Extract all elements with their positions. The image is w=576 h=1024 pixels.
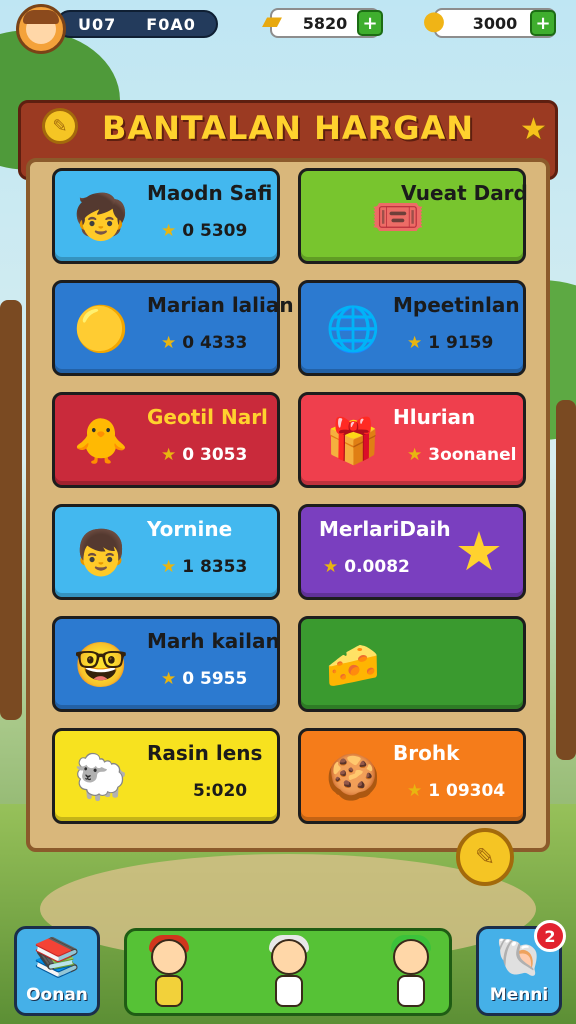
- cookie-creature-icon: 🍪: [325, 752, 381, 803]
- star-face-icon: ★: [454, 519, 504, 583]
- star-icon: ★: [407, 781, 423, 801]
- oonan-label: Oonan: [26, 985, 88, 1005]
- star-icon: ★: [161, 333, 177, 353]
- reward-card[interactable]: 🟡 Marian lalian ★ 0 4333: [52, 280, 294, 376]
- coin-icon: ●: [422, 6, 446, 36]
- card-amount: ★ 0 3053: [161, 445, 248, 465]
- star-icon: ★: [520, 112, 547, 147]
- gift-box-icon: 🎁: [325, 416, 381, 467]
- avatar-face-icon: [23, 10, 59, 44]
- globe-ticket-icon: 🌐: [325, 304, 381, 355]
- star-icon: ★: [161, 669, 177, 689]
- player-avatar[interactable]: [16, 4, 66, 54]
- books-icon: 📚: [33, 935, 81, 979]
- card-name: Marh kailan: [147, 629, 280, 653]
- page-title: BANTALAN HARGAN: [101, 109, 475, 147]
- star-icon: ★: [161, 221, 177, 241]
- card-name: Hlurian: [393, 405, 476, 429]
- white-cap-kid-icon[interactable]: [263, 935, 315, 1011]
- reward-card[interactable]: 🌐 Mpeetinlan ★ 1 9159: [298, 280, 526, 376]
- card-name: Maodn Safi: [147, 181, 273, 205]
- card-amount: 5:020: [193, 781, 248, 801]
- card-name: Yornine: [147, 517, 233, 541]
- reward-card[interactable]: 🐑 Rasin lens 5:020: [52, 728, 280, 824]
- card-name: Geotil Narl: [147, 405, 268, 429]
- card-amount: ★ 1 8353: [161, 557, 248, 577]
- character-selector[interactable]: [124, 928, 452, 1016]
- star-icon: ★: [161, 445, 177, 465]
- reward-card[interactable]: 🍪 Brohk ★ 1 09304: [298, 728, 526, 824]
- player-name: U07: [78, 14, 117, 34]
- add-gold-button[interactable]: +: [357, 10, 383, 36]
- boy-face-icon: 🧒: [73, 192, 129, 243]
- card-amount: ★ 0 4333: [161, 333, 248, 353]
- star-icon: ★: [161, 557, 177, 577]
- green-hair-kid-icon[interactable]: [385, 935, 437, 1011]
- oonan-button[interactable]: 📚 Oonan: [14, 926, 100, 1016]
- reward-card[interactable]: 🤓 Marh kailan ★ 0 5955: [52, 616, 280, 712]
- player-info-bar[interactable]: U07 F0A0: [56, 10, 218, 38]
- sheep-icon: 🐑: [73, 752, 129, 803]
- coin-value: 3000: [472, 13, 518, 33]
- star-icon: ★: [407, 333, 423, 353]
- player-id: F0A0: [146, 14, 196, 34]
- gold-bar-icon: ▰: [262, 6, 282, 36]
- reward-card[interactable]: 🎟️ Vueat Dard: [298, 168, 528, 264]
- card-name: Brohk: [393, 741, 460, 765]
- card-name: Marian lalian: [147, 293, 294, 317]
- reward-board: 🧒 Maodn Safi ★ 0 5309 🎟️ Vueat Dard 🟡 Mar…: [26, 158, 550, 852]
- card-amount: ★ 1 9159: [407, 333, 494, 353]
- card-name: MerlariDaih: [319, 517, 451, 541]
- card-amount: ★ 0 5955: [161, 669, 248, 689]
- card-amount: ★ 0 5309: [161, 221, 248, 241]
- star-icon: ★: [323, 557, 339, 577]
- add-coin-button[interactable]: +: [530, 10, 556, 36]
- tree-trunk: [556, 400, 576, 760]
- coin-icon: ✎: [42, 108, 78, 144]
- notification-badge: 2: [534, 920, 566, 952]
- card-amount: ★ 1 09304: [407, 781, 506, 801]
- smiling-boy-icon: 👦: [73, 528, 129, 579]
- yellow-chick-icon: 🐥: [73, 416, 129, 467]
- cheese-icon: 🧀: [325, 640, 381, 691]
- card-amount: ★ 3oonanel: [407, 445, 517, 465]
- tree-trunk: [0, 300, 22, 720]
- reward-card[interactable]: 🧀: [298, 616, 526, 712]
- card-amount: ★ 0.0082: [323, 557, 410, 577]
- reward-card[interactable]: 🐥 Geotil Narl ★ 0 3053: [52, 392, 280, 488]
- gold-bar-value: 5820: [302, 13, 348, 33]
- reward-card[interactable]: 🧒 Maodn Safi ★ 0 5309: [52, 168, 280, 264]
- menni-label: Menni: [489, 985, 549, 1005]
- card-name: Rasin lens: [147, 741, 263, 765]
- reward-card[interactable]: MerlariDaih ★ 0.0082 ★: [298, 504, 526, 600]
- star-icon: ★: [407, 445, 423, 465]
- card-name: Vueat Dard: [401, 181, 528, 205]
- reward-card[interactable]: 👦 Yornine ★ 1 8353: [52, 504, 280, 600]
- glasses-boy-icon: 🤓: [73, 640, 129, 691]
- collect-coin-button[interactable]: ✎: [456, 828, 514, 886]
- top-bar: U07 F0A0 5820 ▰ + 3000 ● +: [0, 0, 576, 54]
- reward-card[interactable]: 🎁 Hlurian ★ 3oonanel: [298, 392, 526, 488]
- red-hair-kid-icon[interactable]: [143, 935, 195, 1011]
- card-name: Mpeetinlan: [393, 293, 520, 317]
- yellow-blob-icon: 🟡: [73, 304, 129, 355]
